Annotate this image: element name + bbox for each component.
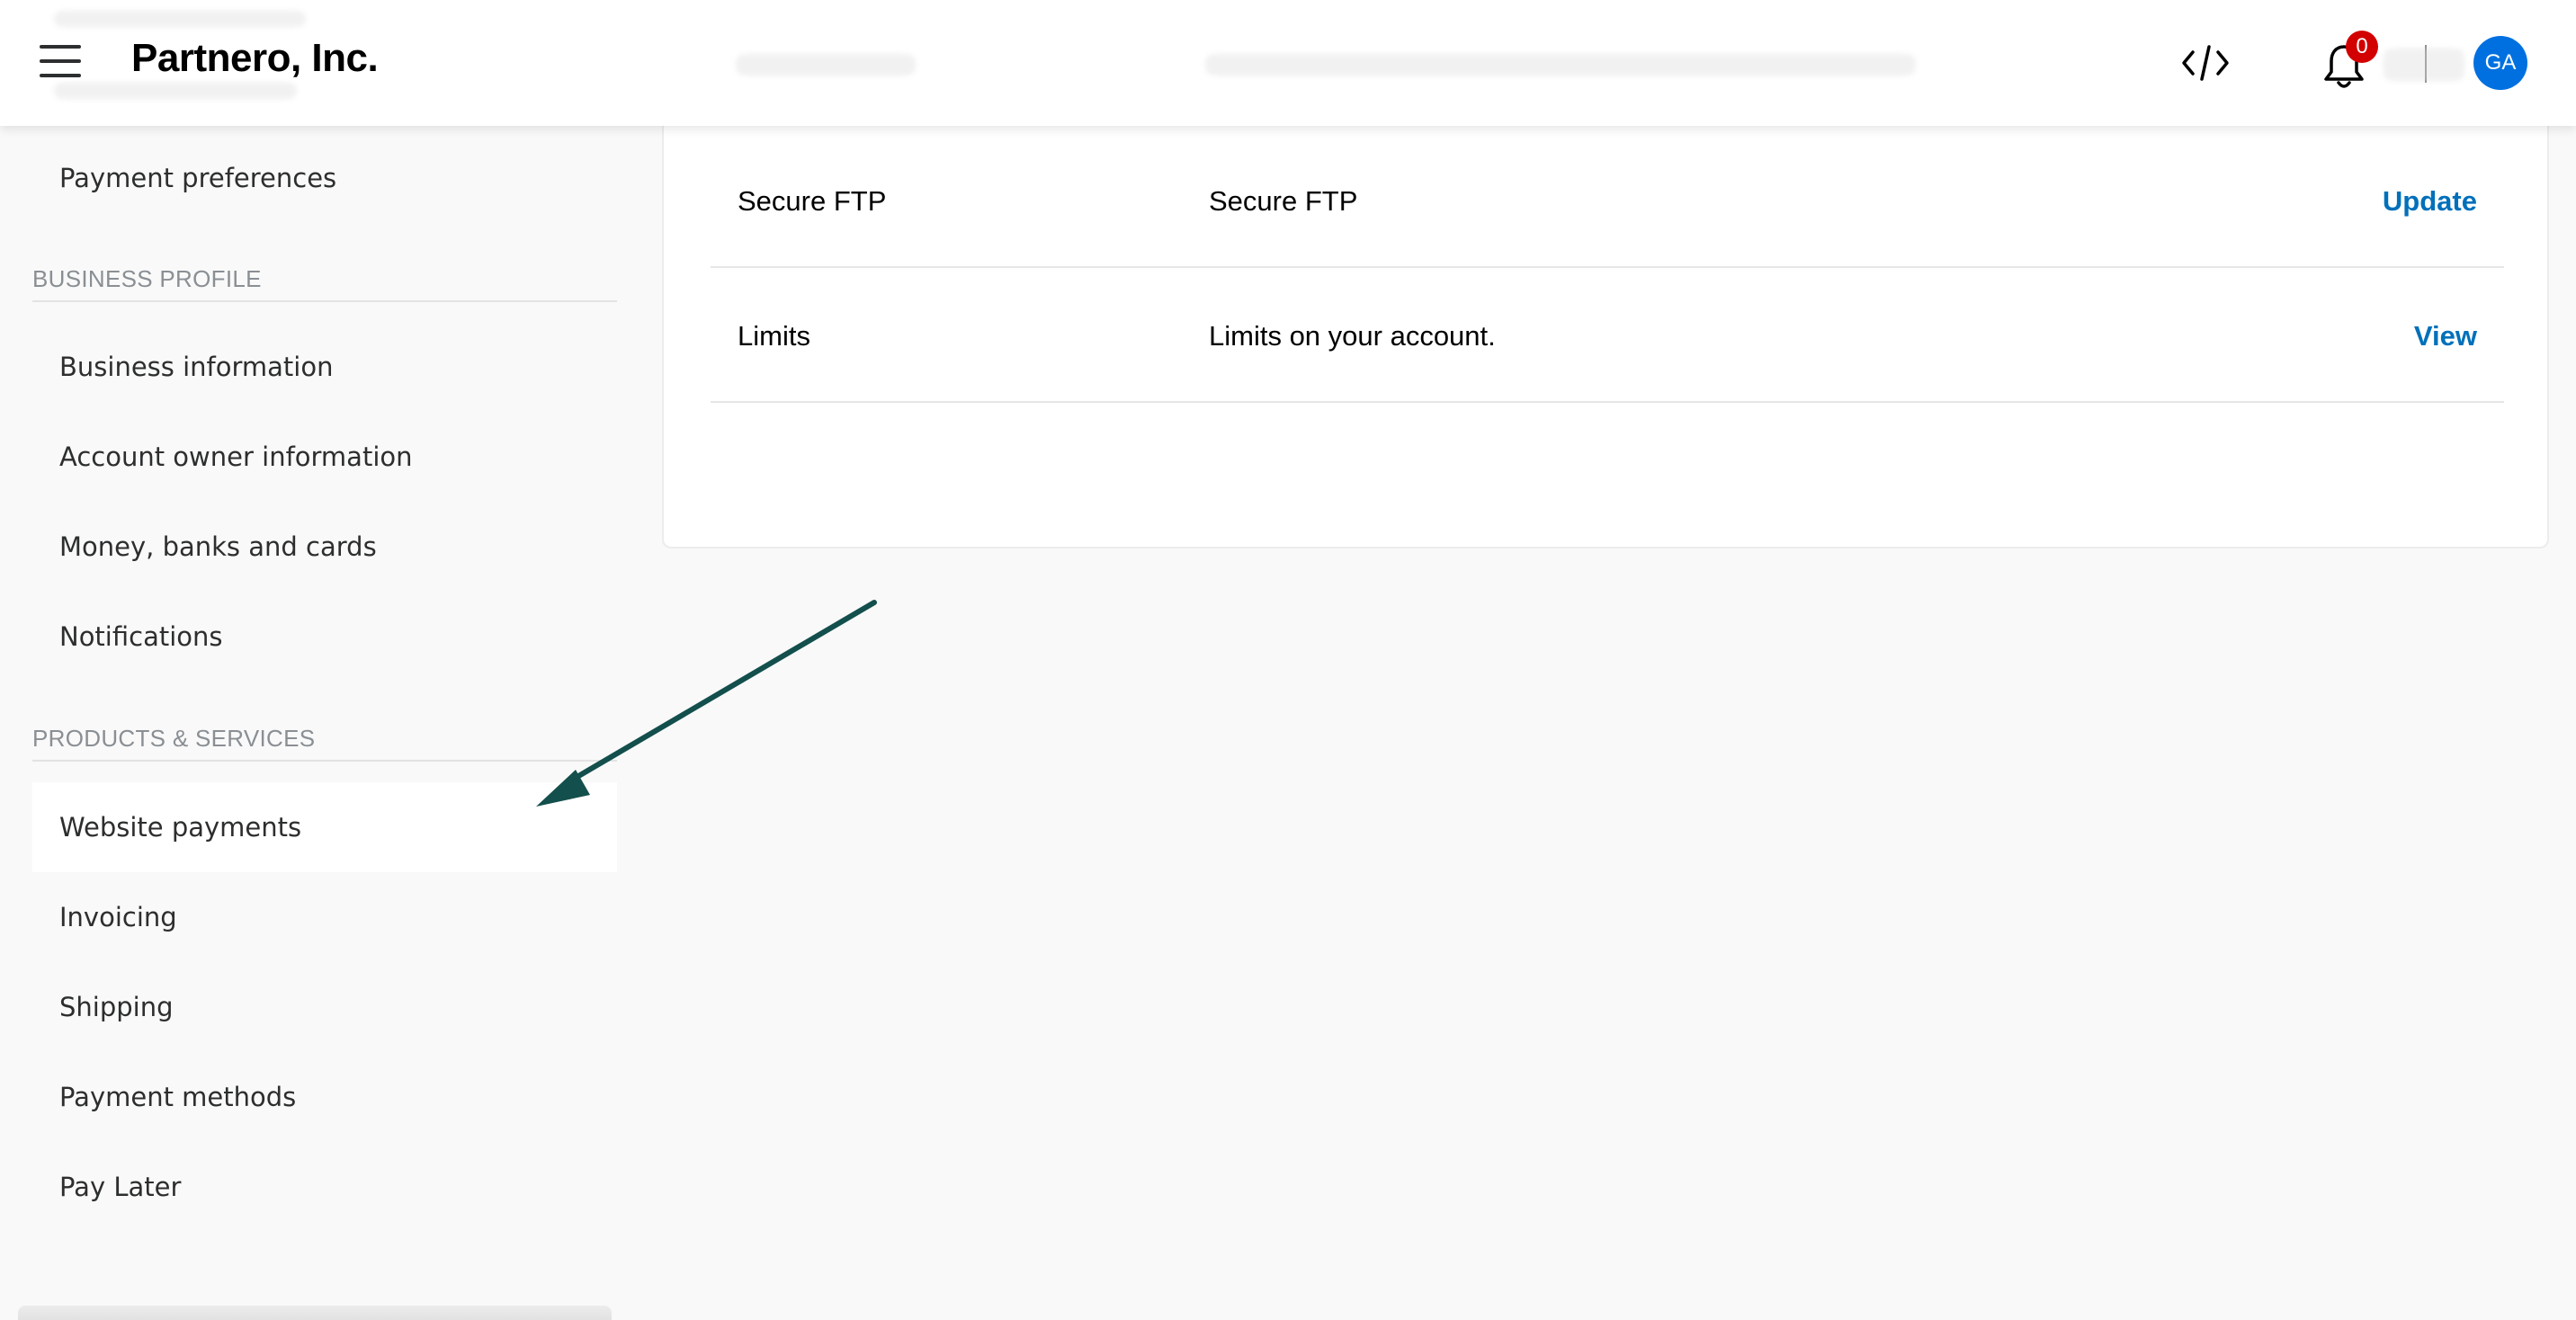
sidebar-item-money-banks-cards[interactable]: Money, banks and cards — [32, 502, 617, 592]
hamburger-line — [40, 59, 81, 63]
sidebar-item-label: Invoicing — [59, 902, 177, 932]
sidebar-item-label: Shipping — [59, 992, 174, 1022]
sidebar-item-notifications[interactable]: Notifications — [32, 592, 617, 682]
row-description: Secure FTP — [1209, 185, 1358, 217]
sidebar-item-website-payments[interactable]: Website payments — [32, 782, 617, 872]
developer-code-icon[interactable] — [2180, 40, 2231, 86]
hamburger-line — [40, 74, 81, 77]
sidebar-item-label: Money, banks and cards — [59, 531, 377, 562]
settings-row-limits: Limits Limits on your account. View — [711, 270, 2504, 403]
sidebar-item-label: Website payments — [59, 812, 302, 843]
view-limits-link[interactable]: View — [2414, 270, 2477, 403]
row-title: Limits — [738, 320, 810, 352]
user-avatar[interactable]: GA — [2473, 36, 2527, 90]
sidebar-item-invoicing[interactable]: Invoicing — [32, 872, 617, 962]
sidebar-item-label: Notifications — [59, 621, 223, 652]
sidebar-item-shipping[interactable]: Shipping — [32, 962, 617, 1052]
sidebar-item-payment-preferences[interactable]: Payment preferences — [32, 133, 617, 223]
top-header: Partnero, Inc. 0 GA — [0, 0, 2576, 126]
sidebar-item-label: Payment preferences — [59, 163, 337, 193]
section-heading-business-profile: BUSINESS PROFILE — [32, 257, 617, 302]
settings-sidebar: Payment preferences BUSINESS PROFILE Bus… — [0, 126, 630, 1315]
settings-panel: Secure FTP Secure FTP Update Limits Limi… — [662, 72, 2549, 549]
sidebar-item-label: Pay Later — [59, 1172, 182, 1202]
notifications-bell-button[interactable]: 0 — [2319, 31, 2387, 92]
header-divider — [2425, 45, 2427, 83]
business-name: Partnero, Inc. — [131, 36, 379, 80]
sidebar-item-business-information[interactable]: Business information — [32, 322, 617, 412]
row-description: Limits on your account. — [1209, 320, 1496, 352]
sidebar-item-payment-methods[interactable]: Payment methods — [32, 1052, 617, 1142]
update-secure-ftp-link[interactable]: Update — [2383, 135, 2477, 268]
notification-count-badge: 0 — [2346, 31, 2378, 63]
sidebar-bottom-edge — [18, 1306, 612, 1320]
hamburger-menu-icon[interactable] — [40, 43, 83, 79]
sidebar-item-label: Payment methods — [59, 1082, 297, 1112]
row-title: Secure FTP — [738, 185, 887, 217]
sidebar-item-account-owner-information[interactable]: Account owner information — [32, 412, 617, 502]
settings-row-secure-ftp: Secure FTP Secure FTP Update — [711, 135, 2504, 268]
section-heading-products-services: PRODUCTS & SERVICES — [32, 717, 617, 762]
sidebar-item-label: Business information — [59, 352, 334, 382]
sidebar-item-label: Account owner information — [59, 441, 413, 472]
hamburger-line — [40, 45, 81, 49]
sidebar-item-pay-later[interactable]: Pay Later — [32, 1142, 617, 1232]
